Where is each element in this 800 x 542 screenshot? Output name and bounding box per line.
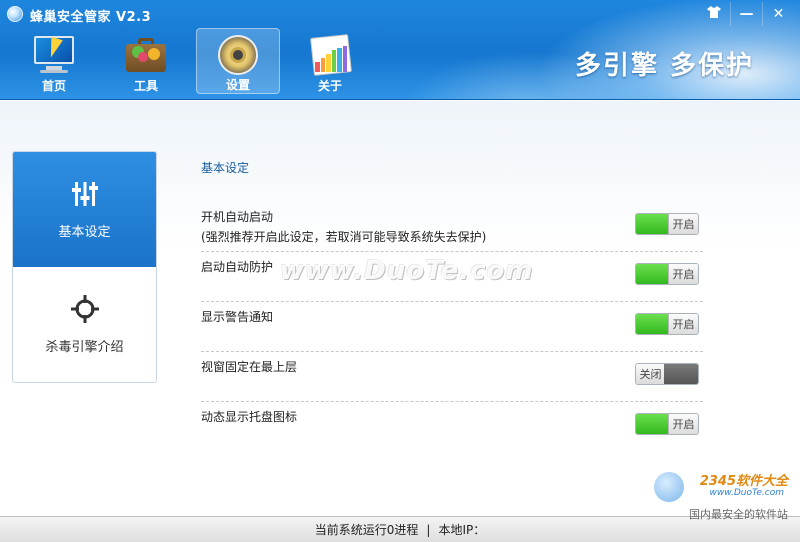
setting-label: 动态显示托盘图标 <box>201 410 298 424</box>
toggle-state-label: 开启 <box>668 314 698 334</box>
settings-icon <box>214 33 262 75</box>
mascot-icon <box>654 472 684 502</box>
content-area: 基本设定 杀毒引擎介绍 基本设定 开机自动启动 (强烈推荐开启此设定，若取消可能… <box>0 101 800 516</box>
brand-name: 2345软件大全 <box>699 474 788 489</box>
always-on-top-toggle[interactable]: 关闭 <box>635 363 699 385</box>
toggle-state-label: 开启 <box>668 214 698 234</box>
nav-item-home[interactable]: 首页 <box>12 28 96 94</box>
skin-button[interactable] <box>698 2 730 26</box>
minimize-button[interactable]: — <box>730 2 762 26</box>
process-count: 当前系统运行0进程 <box>314 523 419 537</box>
close-button[interactable]: ✕ <box>762 2 794 26</box>
toggle-state-label: 开启 <box>668 414 698 434</box>
nav-label: 设置 <box>225 78 250 92</box>
setting-label: 启动自动防护 <box>201 260 274 274</box>
slogan: 多引擎 多保护 <box>574 51 754 81</box>
setting-note: (强烈推荐开启此设定，若取消可能导致系统失去保护) <box>201 230 487 244</box>
setting-label: 开机自动启动 <box>201 210 274 224</box>
nav-item-settings[interactable]: 设置 <box>196 28 280 94</box>
tray-icon-toggle[interactable]: 开启 <box>635 413 699 435</box>
app-logo-icon <box>7 6 23 22</box>
sidebar-item-label: 杀毒引擎介绍 <box>45 340 124 355</box>
setting-label: 视窗固定在最上层 <box>201 360 298 374</box>
crosshair-icon <box>70 294 100 324</box>
auto-protect-toggle[interactable]: 开启 <box>635 263 699 285</box>
sidebar-item-basic-settings[interactable]: 基本设定 <box>13 152 156 267</box>
title-bar: 蜂巢安全管家 V2.3 — ✕ 首页 工具 设置 关于 多引擎 多保护 <box>0 0 800 100</box>
toggle-state-label: 关闭 <box>636 364 666 384</box>
brand-watermark: 2345软件大全 www.DuoTe.com 国内最安全的软件站 <box>654 468 794 524</box>
window-controls: — ✕ <box>698 2 794 26</box>
autostart-toggle[interactable]: 开启 <box>635 213 699 235</box>
setting-row-autostart: 开机自动启动 (强烈推荐开启此设定，若取消可能导致系统失去保护) 开启 <box>201 202 703 252</box>
warning-notify-toggle[interactable]: 开启 <box>635 313 699 335</box>
main-nav: 首页 工具 设置 关于 <box>12 28 372 94</box>
nav-label: 工具 <box>133 79 158 93</box>
nav-item-about[interactable]: 关于 <box>288 28 372 94</box>
section-title: 基本设定 <box>201 161 250 175</box>
setting-label: 显示警告通知 <box>201 310 274 324</box>
nav-label: 首页 <box>41 79 66 93</box>
sidebar-item-label: 基本设定 <box>58 225 111 240</box>
monitor-icon <box>30 32 78 74</box>
toggle-state-label: 开启 <box>668 264 698 284</box>
sidebar-item-engine-intro[interactable]: 杀毒引擎介绍 <box>13 267 156 382</box>
sliders-icon <box>70 179 100 209</box>
brand-tagline: 国内最安全的软件站 <box>689 508 788 521</box>
status-divider: | <box>426 522 431 537</box>
about-icon <box>306 32 354 76</box>
setting-row-always-on-top: 视窗固定在最上层 关闭 <box>201 352 703 402</box>
shirt-icon <box>707 6 721 22</box>
watermark: www.DuoTe.com <box>280 256 534 286</box>
setting-row-tray-icon: 动态显示托盘图标 开启 <box>201 402 703 452</box>
settings-sidebar: 基本设定 杀毒引擎介绍 <box>12 151 157 383</box>
app-title: 蜂巢安全管家 V2.3 <box>30 10 152 25</box>
toolbox-icon <box>122 32 170 74</box>
nav-item-tools[interactable]: 工具 <box>104 28 188 94</box>
brand-url: www.DuoTe.com <box>709 488 784 498</box>
local-ip: 本地IP： <box>438 523 486 537</box>
setting-row-warning-notify: 显示警告通知 开启 <box>201 302 703 352</box>
settings-list: 开机自动启动 (强烈推荐开启此设定，若取消可能导致系统失去保护) 开启 启动自动… <box>201 202 703 452</box>
nav-label: 关于 <box>317 79 342 93</box>
